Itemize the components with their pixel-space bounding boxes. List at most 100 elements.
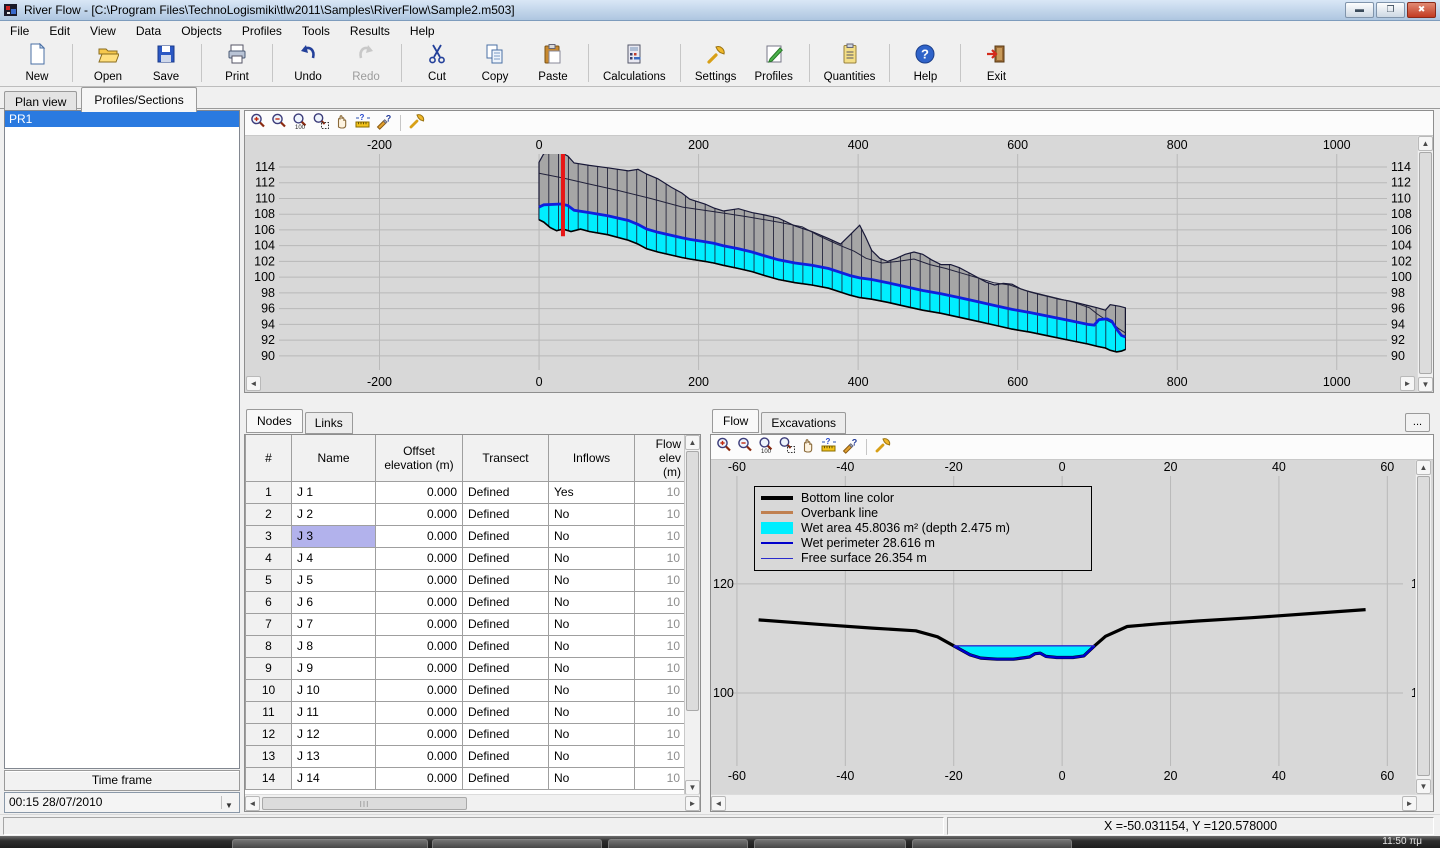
cell[interactable]: Defined — [463, 745, 549, 767]
menu-data[interactable]: Data — [126, 22, 171, 40]
cell[interactable]: 10 — [635, 635, 686, 657]
table-row[interactable]: 1J 10.000DefinedYes10 — [246, 481, 686, 503]
zoom-in-icon[interactable] — [715, 436, 733, 459]
column-header[interactable]: Inflows — [549, 435, 635, 481]
cell[interactable]: 0.000 — [376, 657, 463, 679]
table-row[interactable]: 9J 90.000DefinedNo10 — [246, 657, 686, 679]
cell[interactable]: J 7 — [292, 613, 376, 635]
cell[interactable]: 10 — [635, 525, 686, 547]
toolbar-button-paste[interactable]: Paste — [524, 40, 582, 86]
table-row[interactable]: 12J 120.000DefinedNo10 — [246, 723, 686, 745]
scroll-left-icon[interactable]: ◄ — [711, 796, 726, 811]
zoom-in-icon[interactable] — [249, 112, 267, 135]
cell[interactable]: No — [549, 525, 635, 547]
tab-excavations[interactable]: Excavations — [761, 412, 846, 434]
cell[interactable]: 5 — [246, 569, 292, 591]
table-horizontal-scrollbar[interactable]: ◄ III ► — [245, 794, 700, 811]
toolbar-button-print[interactable]: Print — [208, 40, 266, 86]
zoom-window-icon[interactable] — [312, 112, 330, 135]
toolbar-button-undo[interactable]: Undo — [279, 40, 337, 86]
scroll-up-icon[interactable]: ▲ — [1418, 136, 1433, 151]
cell[interactable]: 12 — [246, 723, 292, 745]
table-row[interactable]: 13J 130.000DefinedNo10 — [246, 745, 686, 767]
menu-profiles[interactable]: Profiles — [232, 22, 292, 40]
cell[interactable]: J 11 — [292, 701, 376, 723]
nodes-table[interactable]: #NameOffsetelevation (m)TransectInflowsF… — [245, 435, 686, 790]
scroll-down-icon[interactable]: ▼ — [1416, 779, 1431, 794]
cell[interactable]: 0.000 — [376, 679, 463, 701]
cell[interactable]: 0.000 — [376, 613, 463, 635]
menu-view[interactable]: View — [80, 22, 126, 40]
table-row[interactable]: 6J 60.000DefinedNo10 — [246, 591, 686, 613]
menu-tools[interactable]: Tools — [292, 22, 340, 40]
cell[interactable]: Defined — [463, 569, 549, 591]
cell[interactable]: 0.000 — [376, 503, 463, 525]
cell[interactable]: 4 — [246, 547, 292, 569]
windows-taskbar[interactable]: 11:50 πμ — [0, 836, 1440, 848]
cell[interactable]: 3 — [246, 525, 292, 547]
time-frame-combobox[interactable]: 00:15 28/07/2010 ▼ — [4, 792, 240, 813]
cell[interactable]: 6 — [246, 591, 292, 613]
cell[interactable]: No — [549, 745, 635, 767]
cell[interactable]: J 6 — [292, 591, 376, 613]
tab-nodes[interactable]: Nodes — [246, 409, 303, 433]
table-row[interactable]: 5J 50.000DefinedNo10 — [246, 569, 686, 591]
cell[interactable]: Defined — [463, 503, 549, 525]
close-button[interactable]: ✖ — [1407, 2, 1436, 18]
table-row[interactable]: 14J 140.000DefinedNo10 — [246, 767, 686, 789]
scroll-up-icon[interactable]: ▲ — [685, 435, 700, 450]
cell[interactable]: 7 — [246, 613, 292, 635]
toolbar-button-quantities[interactable]: Quantities — [816, 40, 884, 86]
cell[interactable]: No — [549, 723, 635, 745]
column-header[interactable]: Name — [292, 435, 376, 481]
cell[interactable]: Defined — [463, 635, 549, 657]
zoom-100-icon[interactable]: 100 — [757, 436, 775, 459]
toolbar-button-settings[interactable]: Settings — [687, 40, 745, 86]
cell[interactable]: No — [549, 503, 635, 525]
section-vertical-scrollbar[interactable]: ▲ ▼ — [1415, 460, 1431, 794]
cell[interactable]: 0.000 — [376, 591, 463, 613]
cell[interactable]: 10 — [635, 591, 686, 613]
tab-profiles-sections[interactable]: Profiles/Sections — [81, 87, 196, 112]
restore-button[interactable]: ❐ — [1376, 2, 1405, 18]
cell[interactable]: 0.000 — [376, 745, 463, 767]
table-row[interactable]: 7J 70.000DefinedNo10 — [246, 613, 686, 635]
zoom-window-icon[interactable] — [778, 436, 796, 459]
cell[interactable]: J 4 — [292, 547, 376, 569]
wrench-icon[interactable] — [874, 436, 892, 459]
table-row[interactable]: 3J 30.000DefinedNo10 — [246, 525, 686, 547]
column-header[interactable]: Offsetelevation (m) — [376, 435, 463, 481]
cell[interactable]: 13 — [246, 745, 292, 767]
table-row[interactable]: 10J 100.000DefinedNo10 — [246, 679, 686, 701]
cell[interactable]: Defined — [463, 591, 549, 613]
cell[interactable]: Defined — [463, 481, 549, 503]
menu-help[interactable]: Help — [400, 22, 445, 40]
more-options-button[interactable]: ... — [1405, 413, 1430, 432]
toolbar-button-new[interactable]: New — [8, 40, 66, 86]
cell[interactable]: Defined — [463, 679, 549, 701]
scroll-right-icon[interactable]: ► — [1402, 796, 1417, 811]
toolbar-button-help[interactable]: ?Help — [896, 40, 954, 86]
toolbar-button-exit[interactable]: Exit — [967, 40, 1025, 86]
cell[interactable]: No — [549, 591, 635, 613]
wrench-icon[interactable] — [408, 112, 426, 135]
cell[interactable]: 10 — [635, 701, 686, 723]
cell[interactable]: No — [549, 613, 635, 635]
cell[interactable]: 10 — [635, 569, 686, 591]
tab-plan-view[interactable]: Plan view — [4, 91, 77, 112]
toolbar-button-save[interactable]: Save — [137, 40, 195, 86]
cell[interactable]: 2 — [246, 503, 292, 525]
cell[interactable]: J 5 — [292, 569, 376, 591]
cell[interactable]: 0.000 — [376, 701, 463, 723]
toolbar-button-open[interactable]: Open — [79, 40, 137, 86]
scroll-right-icon[interactable]: ► — [685, 796, 700, 811]
tab-links[interactable]: Links — [305, 412, 353, 434]
cell[interactable]: J 12 — [292, 723, 376, 745]
minimize-button[interactable]: ▬ — [1345, 2, 1374, 18]
cell[interactable]: No — [549, 569, 635, 591]
column-header[interactable]: # — [246, 435, 292, 481]
cell[interactable]: No — [549, 679, 635, 701]
cell[interactable]: 1 — [246, 481, 292, 503]
cell[interactable]: 10 — [635, 767, 686, 789]
cell[interactable]: 10 — [635, 723, 686, 745]
